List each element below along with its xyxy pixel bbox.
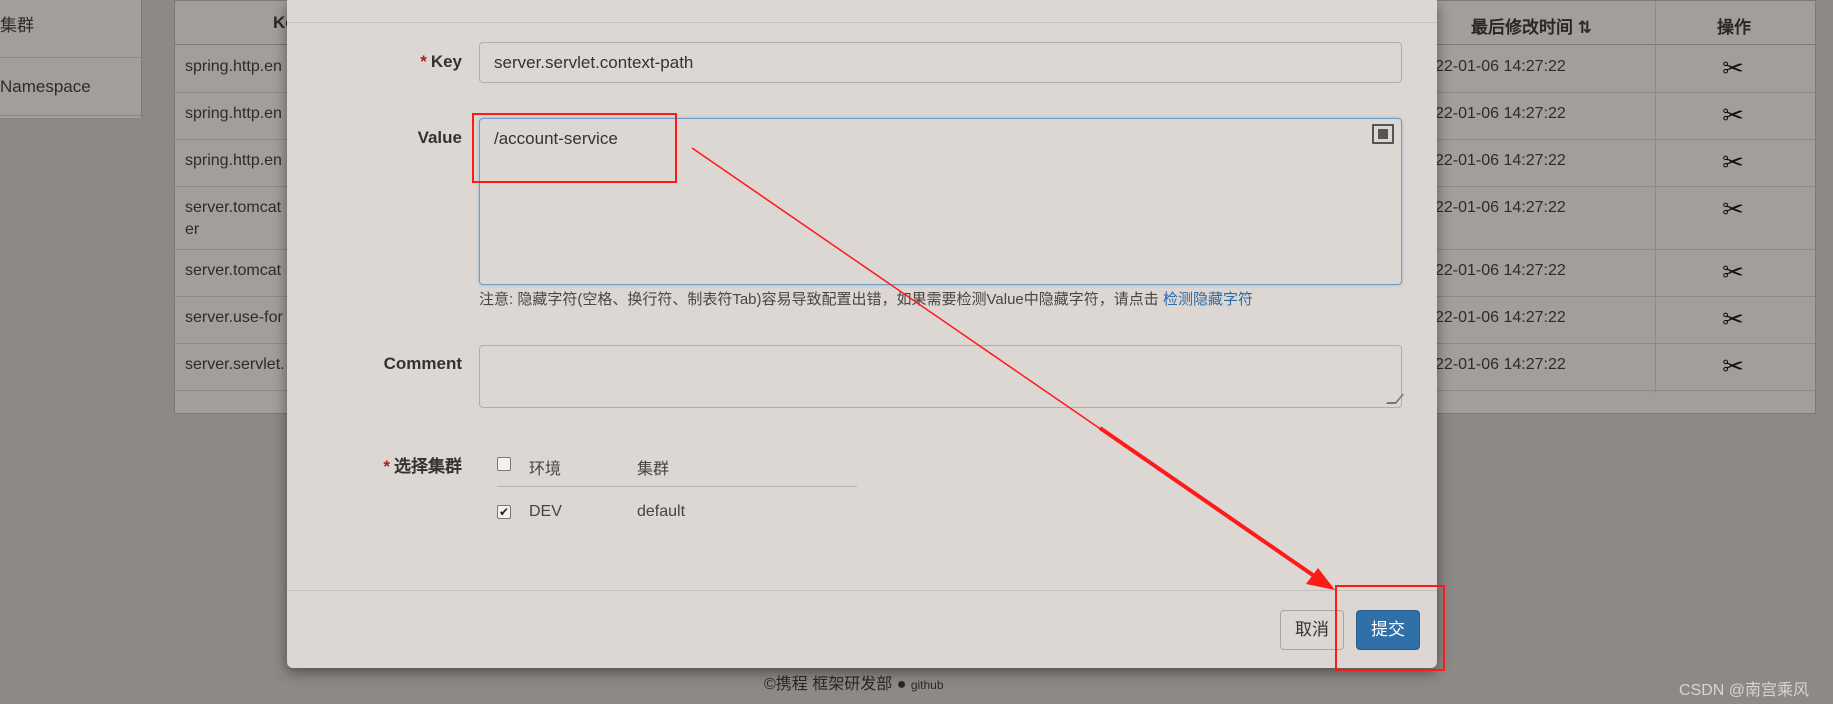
required-marker: * <box>420 52 427 71</box>
row-time: 22-01-06 14:27:22 <box>1435 309 1566 326</box>
value-highlight-box <box>472 113 677 183</box>
row-key: server.servlet. <box>185 356 285 373</box>
watermark: CSDN @南宫乘风 <box>1678 682 1809 699</box>
row-key-wrap: er <box>185 221 200 238</box>
row-time: 22-01-06 14:27:22 <box>1435 199 1566 216</box>
cluster-name: default <box>637 503 686 520</box>
detect-hidden-chars-link[interactable]: 检测隐藏字符 <box>1163 291 1253 308</box>
wrench-icon[interactable]: ✂ <box>1719 305 1747 333</box>
row-key: server.use-for <box>185 309 283 326</box>
comment-textarea[interactable] <box>479 345 1402 408</box>
row-key: server.tomcat <box>185 199 282 216</box>
cluster-label-text: 选择集群 <box>394 457 462 476</box>
header-modified-time[interactable]: 最后修改时间 ⇅ <box>1471 13 1592 38</box>
row-time: 22-01-06 14:27:22 <box>1435 152 1566 169</box>
nav-item-cluster[interactable]: 集群 <box>0 0 141 58</box>
header-modified-time-label: 最后修改时间 <box>1471 18 1573 37</box>
cluster-checkbox[interactable]: ✔ <box>497 505 511 519</box>
key-label-text: Key <box>430 52 462 71</box>
wrench-icon[interactable]: ✂ <box>1719 258 1747 286</box>
key-label: * Key <box>287 52 462 72</box>
github-icon[interactable]: ● <box>897 676 907 693</box>
wrench-icon[interactable]: ✂ <box>1719 352 1747 380</box>
value-label: Value <box>417 128 462 147</box>
github-link[interactable]: github <box>911 678 944 692</box>
sort-icon[interactable]: ⇅ <box>1578 18 1592 37</box>
row-time: 22-01-06 14:27:22 <box>1435 105 1566 122</box>
row-key: spring.http.en <box>185 152 282 169</box>
env-header: 环境 <box>529 461 562 478</box>
hint-text: 注意: 隐藏字符(空格、换行符、制表符Tab)容易导致配置出错，如果需要检测Va… <box>479 291 1159 308</box>
cluster-select-label: * 选择集群 <box>287 452 462 477</box>
row-time: 22-01-06 14:27:22 <box>1435 58 1566 75</box>
footer-text: ©携程 框架研发部 <box>764 676 893 693</box>
cluster-table: 环境 集群 ✔ DEV default <box>497 445 857 535</box>
header-operation: 操作 <box>1717 18 1751 37</box>
row-key: server.tomcat <box>185 262 282 279</box>
hidden-char-hint: 注意: 隐藏字符(空格、换行符、制表符Tab)容易导致配置出错，如果需要检测Va… <box>479 288 1253 309</box>
key-input[interactable]: server.servlet.context-path <box>479 42 1402 83</box>
comment-label: Comment <box>383 354 462 373</box>
fullscreen-icon[interactable] <box>1372 124 1394 144</box>
modal-footer-divider <box>287 590 1437 591</box>
row-key: spring.http.en <box>185 105 282 122</box>
nav-item-namespace[interactable]: Namespace <box>0 58 141 116</box>
row-time: 22-01-06 14:27:22 <box>1435 262 1566 279</box>
wrench-icon[interactable]: ✂ <box>1719 148 1747 176</box>
required-marker: * <box>383 457 390 476</box>
left-nav: 集群 Namespace <box>0 0 142 118</box>
cluster-header: 集群 <box>637 461 670 478</box>
row-time: 22-01-06 14:27:22 <box>1435 356 1566 373</box>
cluster-env: DEV <box>529 503 562 520</box>
modal-header-divider <box>287 22 1437 23</box>
row-key: spring.http.en <box>185 58 282 75</box>
wrench-icon[interactable]: ✂ <box>1719 195 1747 223</box>
wrench-icon[interactable]: ✂ <box>1719 101 1747 129</box>
wrench-icon[interactable]: ✂ <box>1719 54 1747 82</box>
cluster-row: ✔ DEV default <box>497 493 857 535</box>
cluster-table-header: 环境 集群 <box>497 445 857 487</box>
select-all-checkbox[interactable] <box>497 457 511 471</box>
submit-highlight-box <box>1335 585 1445 671</box>
page-footer: ©携程 框架研发部 ● github <box>764 670 944 694</box>
create-config-modal: * Key server.servlet.context-path Value /… <box>287 0 1437 668</box>
